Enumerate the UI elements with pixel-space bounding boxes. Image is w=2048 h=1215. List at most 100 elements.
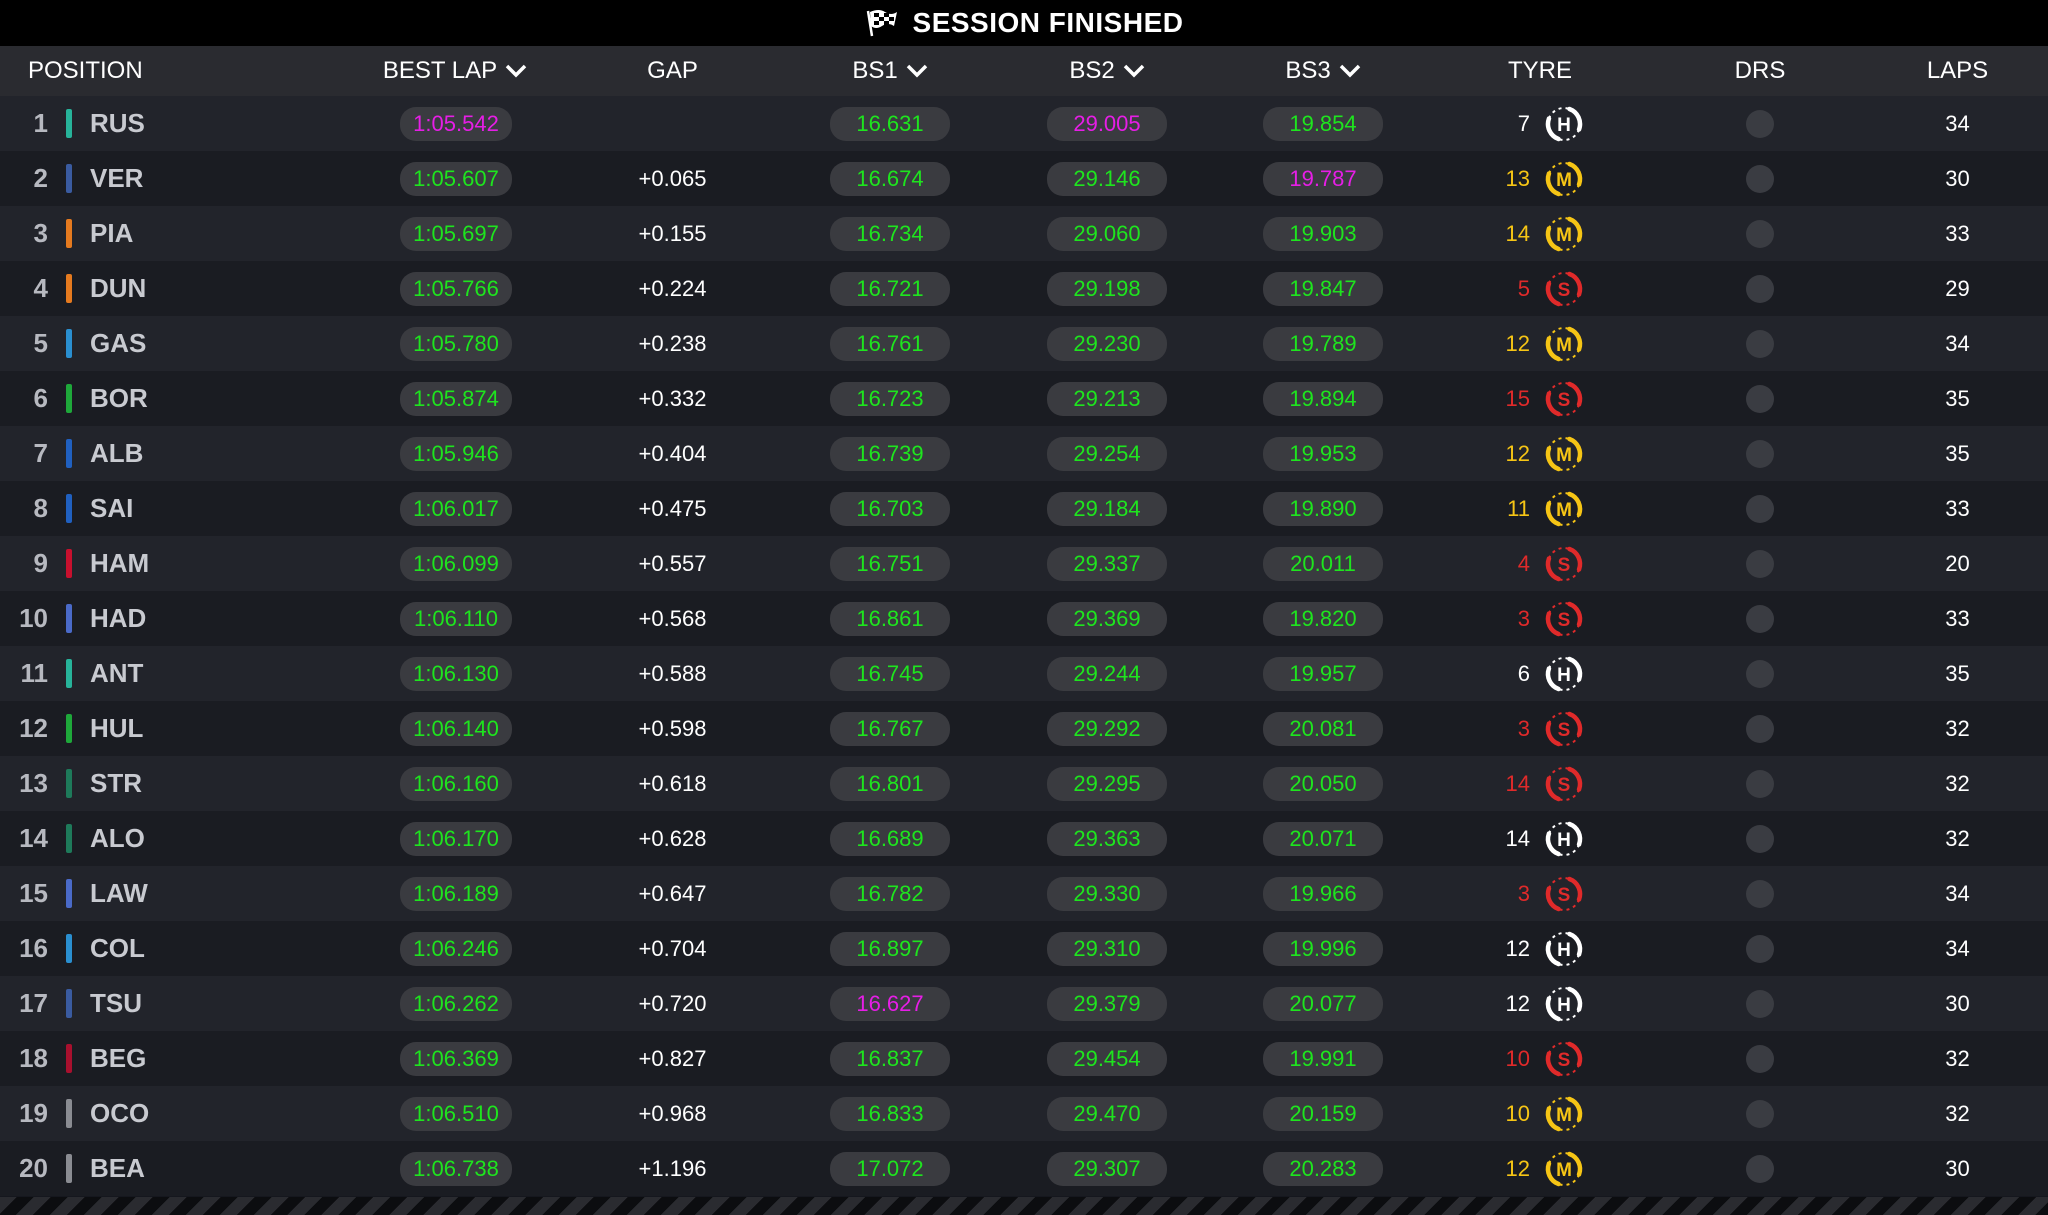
table-row[interactable]: 18 BEG 1:06.369 +0.827 16.837 29.454 19.991 10 S… xyxy=(0,1031,2048,1086)
bs3-cell: 19.894 xyxy=(1263,371,1383,426)
drs-dot xyxy=(1746,494,1774,523)
drs-dot xyxy=(1746,549,1774,578)
table-row[interactable]: 8 SAI 1:06.017 +0.475 16.703 29.184 19.890 11 M 3… xyxy=(0,481,2048,536)
drs-dot xyxy=(1746,164,1774,193)
col-bs3[interactable]: BS3 xyxy=(1243,46,1403,96)
col-bs2-label: BS2 xyxy=(1069,57,1115,84)
table-row[interactable]: 3 PIA 1:05.697 +0.155 16.734 29.060 19.903 14 M 3… xyxy=(0,206,2048,261)
session-status-bar: SESSION FINISHED xyxy=(0,0,2048,46)
best-lap-time: 1:06.110 xyxy=(400,601,512,636)
bs1-time: 16.627 xyxy=(830,986,950,1021)
position-number: 3 xyxy=(33,218,48,248)
chevron-down-icon xyxy=(906,64,927,78)
tyre-compound-icon: H xyxy=(1542,646,1586,701)
position-number: 12 xyxy=(19,713,48,743)
bs2-cell: 29.454 xyxy=(1047,1031,1167,1086)
table-row[interactable]: 16 COL 1:06.246 +0.704 16.897 29.310 19.996 12 H… xyxy=(0,921,2048,976)
table-row[interactable]: 11 ANT 1:06.130 +0.588 16.745 29.244 19.957 6 H 3… xyxy=(0,646,2048,701)
table-row[interactable]: 5 GAS 1:05.780 +0.238 16.761 29.230 19.789 12 M 3… xyxy=(0,316,2048,371)
table-row[interactable]: 7 ALB 1:05.946 +0.404 16.739 29.254 19.953 12 M 3… xyxy=(0,426,2048,481)
table-row[interactable]: 2 VER 1:05.607 +0.065 16.674 29.146 19.787 13 M 3… xyxy=(0,151,2048,206)
bs3-time: 19.903 xyxy=(1263,216,1383,251)
best-lap-cell: 1:06.369 xyxy=(400,1031,512,1086)
driver-code: COL xyxy=(90,933,145,963)
table-row[interactable]: 20 BEA 1:06.738 +1.196 17.072 29.307 20.283 12 M… xyxy=(0,1141,2048,1196)
table-row[interactable]: 1 RUS 1:05.542 16.631 29.005 19.854 7 H 34 xyxy=(0,96,2048,151)
bs1-time: 16.689 xyxy=(830,821,950,856)
table-row[interactable]: 19 OCO 1:06.510 +0.968 16.833 29.470 20.159 10 M… xyxy=(0,1086,2048,1141)
tyre-compound-icon: H xyxy=(1542,811,1586,866)
svg-text:S: S xyxy=(1558,555,1571,576)
tyre-laps: 14 xyxy=(1505,220,1530,246)
gap-value: +0.628 xyxy=(638,825,707,851)
bs3-cell: 19.820 xyxy=(1263,591,1383,646)
table-row[interactable]: 10 HAD 1:06.110 +0.568 16.861 29.369 19.820 3 S 3… xyxy=(0,591,2048,646)
laps-count: 35 xyxy=(1945,440,1970,466)
bs1-cell: 16.627 xyxy=(830,976,950,1031)
table-row[interactable]: 6 BOR 1:05.874 +0.332 16.723 29.213 19.894 15 S 3… xyxy=(0,371,2048,426)
table-row[interactable]: 17 TSU 1:06.262 +0.720 16.627 29.379 20.077 12 H… xyxy=(0,976,2048,1031)
bs3-time: 19.789 xyxy=(1263,326,1383,361)
drs-indicator xyxy=(1730,426,1790,481)
tyre-compound-icon: M xyxy=(1542,151,1586,206)
svg-text:H: H xyxy=(1557,940,1571,961)
bs1-cell: 16.674 xyxy=(830,151,950,206)
table-row[interactable]: 13 STR 1:06.160 +0.618 16.801 29.295 20.050 14 S… xyxy=(0,756,2048,811)
bs1-time: 16.761 xyxy=(830,326,950,361)
bs3-cell: 19.789 xyxy=(1263,316,1383,371)
drs-indicator xyxy=(1730,866,1790,921)
driver-code: RUS xyxy=(90,108,145,138)
tyre-compound-icon: S xyxy=(1542,701,1586,756)
position-number: 1 xyxy=(33,108,48,138)
bs3-time: 20.159 xyxy=(1263,1096,1383,1131)
gap-value: +0.618 xyxy=(638,770,707,796)
driver-code: ANT xyxy=(90,658,144,688)
team-color-stripe xyxy=(66,1044,72,1073)
laps-count: 30 xyxy=(1945,1155,1970,1181)
col-bs1[interactable]: BS1 xyxy=(810,46,970,96)
table-row[interactable]: 14 ALO 1:06.170 +0.628 16.689 29.363 20.071 14 H… xyxy=(0,811,2048,866)
drs-indicator xyxy=(1730,811,1790,866)
gap-value: +0.475 xyxy=(638,495,707,521)
bs2-cell: 29.330 xyxy=(1047,866,1167,921)
col-gap-label: GAP xyxy=(647,57,698,84)
bs1-cell: 17.072 xyxy=(830,1141,950,1196)
tyre-compound-icon: M xyxy=(1542,426,1586,481)
drs-indicator xyxy=(1730,1031,1790,1086)
bs1-time: 16.745 xyxy=(830,656,950,691)
bs3-cell: 19.996 xyxy=(1263,921,1383,976)
laps-count: 33 xyxy=(1945,495,1970,521)
col-bs2[interactable]: BS2 xyxy=(1027,46,1187,96)
bs1-time: 16.734 xyxy=(830,216,950,251)
bs1-cell: 16.721 xyxy=(830,261,950,316)
best-lap-time: 1:05.780 xyxy=(400,326,512,361)
best-lap-time: 1:06.130 xyxy=(400,656,512,691)
drs-dot xyxy=(1746,989,1774,1018)
col-best-lap[interactable]: BEST LAP xyxy=(360,46,550,96)
tyre-compound-icon: S xyxy=(1542,591,1586,646)
bs3-time: 19.847 xyxy=(1263,271,1383,306)
bs3-cell: 19.854 xyxy=(1263,96,1383,151)
table-row[interactable]: 12 HUL 1:06.140 +0.598 16.767 29.292 20.081 3 S 3… xyxy=(0,701,2048,756)
bs3-time: 19.996 xyxy=(1263,931,1383,966)
table-row[interactable]: 4 DUN 1:05.766 +0.224 16.721 29.198 19.847 5 S 29 xyxy=(0,261,2048,316)
best-lap-cell: 1:06.099 xyxy=(400,536,512,591)
team-color-stripe xyxy=(66,494,72,523)
bs2-time: 29.330 xyxy=(1047,876,1167,911)
gap-value xyxy=(610,96,735,151)
table-row[interactable]: 9 HAM 1:06.099 +0.557 16.751 29.337 20.011 4 S 20 xyxy=(0,536,2048,591)
bs3-time: 20.077 xyxy=(1263,986,1383,1021)
table-row[interactable]: 15 LAW 1:06.189 +0.647 16.782 29.330 19.966 3 S 3… xyxy=(0,866,2048,921)
tyre-compound-icon: S xyxy=(1542,536,1586,591)
drs-dot xyxy=(1746,219,1774,248)
laps-count: 34 xyxy=(1945,880,1970,906)
position-number: 18 xyxy=(19,1043,48,1073)
laps-count: 35 xyxy=(1945,660,1970,686)
bs3-cell: 20.071 xyxy=(1263,811,1383,866)
bs3-time: 19.894 xyxy=(1263,381,1383,416)
svg-text:S: S xyxy=(1558,775,1571,796)
bs2-time: 29.292 xyxy=(1047,711,1167,746)
tyre-laps: 7 xyxy=(1517,110,1530,136)
svg-text:M: M xyxy=(1556,225,1572,246)
bs3-time: 19.991 xyxy=(1263,1041,1383,1076)
